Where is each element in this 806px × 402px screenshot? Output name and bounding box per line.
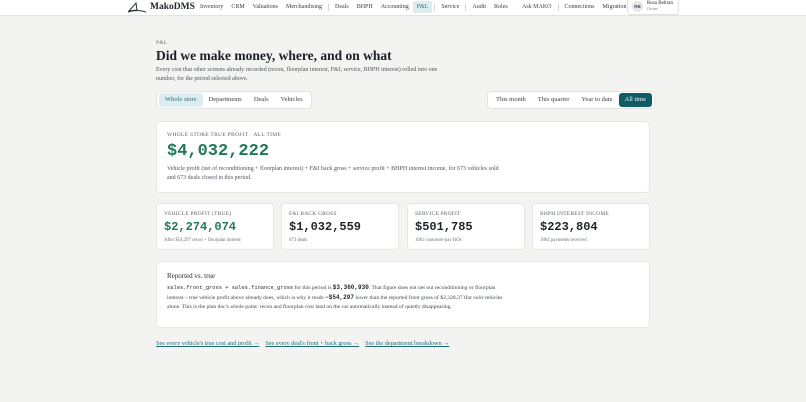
nav-item-connections[interactable]: Connections (561, 1, 599, 13)
shark-fin-logo-icon (128, 1, 146, 13)
footer-links: See every vehicle's true cost and profit… (156, 340, 455, 347)
nav-divider (434, 3, 436, 11)
true-profit-description: Vehicle profit (net of reconditioning + … (167, 166, 499, 181)
stat-card-service-profit: SERVICE PROFIT $501,785 1002 customer-pa… (407, 203, 525, 250)
stat-card-fi-back-gross: F&I BACK GROSS $1,032,559 673 deals (281, 203, 399, 250)
nav-item-crm[interactable]: CRM (227, 1, 248, 13)
page-eyebrow: P&L (156, 40, 168, 46)
stat-sub: 673 deals (289, 238, 308, 243)
nav-item-valuations[interactable]: Valuations (249, 1, 282, 13)
link-department-breakdown[interactable]: See the department breakdown → (365, 340, 449, 347)
stat-label: BHPH INTEREST INCOME (540, 211, 609, 217)
stat-value: $223,804 (540, 220, 598, 234)
user-menu[interactable]: RB Rosa Beltran Owner (627, 0, 679, 15)
stat-sub: 1864 payments received (540, 238, 587, 243)
nav-item-inventory[interactable]: Inventory (196, 1, 227, 13)
nav-divider (465, 3, 467, 11)
link-vehicle-true-cost[interactable]: See every vehicle's true cost and profit… (156, 340, 259, 347)
page-subtitle: Every cost that other screens already re… (156, 67, 438, 82)
nav-right: Ask MAKO Connections Migration (518, 1, 631, 13)
stat-label: F&I BACK GROSS (289, 211, 337, 217)
tab-whole-store[interactable]: Whole store (159, 93, 203, 107)
true-profit-label: WHOLE STORE TRUE PROFIT · ALL TIME (167, 132, 282, 138)
true-profit-value: $4,032,222 (167, 142, 270, 161)
formula-code: sales.front_gross + sales.finance_gross (167, 285, 294, 291)
user-role: Owner (647, 6, 658, 11)
reported-vs-true-title: Reported vs. true (167, 272, 216, 280)
nav-item-roles[interactable]: Roles (490, 1, 512, 13)
period-tabs: This month This quarter Year to date All… (487, 91, 655, 109)
tab-departments[interactable]: Departments (203, 93, 248, 107)
nav-item-migration[interactable]: Migration (599, 1, 631, 13)
nav-item-merchandising[interactable]: Merchandising (282, 1, 326, 13)
tab-this-month[interactable]: This month (490, 93, 532, 107)
stat-value: $1,032,559 (289, 220, 362, 234)
tab-this-quarter[interactable]: This quarter (532, 93, 576, 107)
page-title: Did we make money, where, and on what (156, 48, 392, 63)
nav-divider (557, 3, 559, 11)
stat-value: $501,785 (415, 220, 473, 234)
stat-label: SERVICE PROFIT (415, 211, 461, 217)
brand-name: MakoDMS (150, 2, 195, 12)
top-navigation-bar: MakoDMS Inventory CRM Valuations Merchan… (0, 0, 806, 16)
link-deal-gross[interactable]: See every deal's front + back gross → (265, 340, 359, 347)
tab-all-time[interactable]: All time (618, 93, 652, 107)
nav-divider (328, 3, 330, 11)
body-text: for this period is (293, 285, 333, 291)
reported-vs-true-card: Reported vs. true sales.front_gross + sa… (156, 261, 650, 328)
tab-vehicles[interactable]: Vehicles (275, 93, 309, 107)
difference-amount: −$54,297 (325, 294, 354, 301)
tab-year-to-date[interactable]: Year to date (575, 93, 618, 107)
nav-item-ask-mako[interactable]: Ask MAKO (518, 1, 556, 13)
brand[interactable]: MakoDMS (128, 0, 195, 14)
reported-vs-true-body: sales.front_gross + sales.finance_gross … (167, 283, 512, 312)
tab-deals[interactable]: Deals (248, 93, 275, 107)
nav-item-pl[interactable]: P&L (412, 1, 433, 13)
nav-item-bhph[interactable]: BHPH (353, 1, 377, 13)
nav-item-service[interactable]: Service (437, 1, 463, 13)
true-profit-card: WHOLE STORE TRUE PROFIT · ALL TIME $4,03… (156, 121, 650, 193)
reported-amount: $3,360,930 (332, 284, 369, 291)
main-nav: Inventory CRM Valuations Merchandising D… (196, 1, 512, 13)
nav-item-accounting[interactable]: Accounting (377, 1, 413, 13)
stat-card-vehicle-profit: VEHICLE PROFIT (TRUE) $2,274,074 After $… (156, 203, 274, 250)
scope-tabs: Whole store Departments Deals Vehicles (156, 91, 312, 109)
stat-value: $2,274,074 (164, 220, 237, 234)
stat-card-bhph-interest: BHPH INTEREST INCOME $223,804 1864 payme… (532, 203, 650, 250)
user-info: Rosa Beltran Owner (647, 1, 673, 12)
stat-sub: After $54,297 recon + floorplan interest (164, 238, 241, 243)
stat-label: VEHICLE PROFIT (TRUE) (164, 211, 232, 217)
nav-item-audit[interactable]: Audit (468, 1, 490, 13)
stat-sub: 1002 customer-pay ROs (415, 238, 462, 243)
nav-item-deals[interactable]: Deals (331, 1, 353, 13)
avatar: RB (632, 0, 643, 12)
